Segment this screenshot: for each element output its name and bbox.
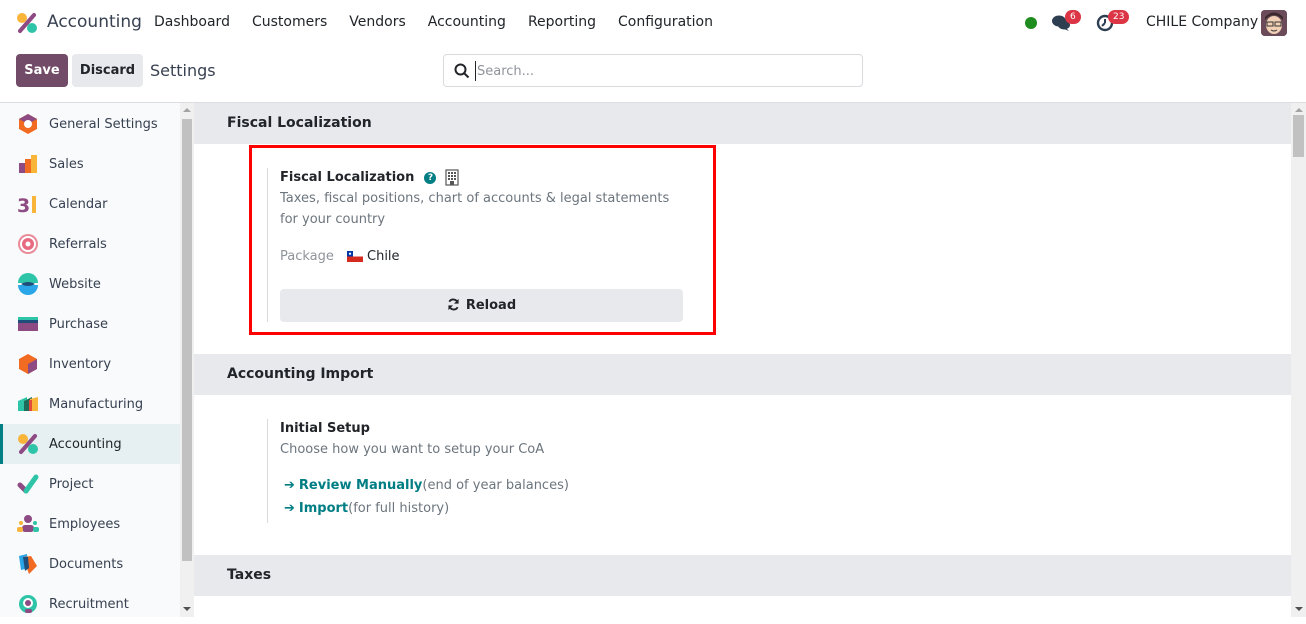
menu-vendors[interactable]: Vendors	[349, 14, 405, 30]
initial-setup-setting: Initial Setup Choose how you want to set…	[267, 419, 687, 523]
employees-icon	[17, 515, 39, 532]
sidebar-item-accounting[interactable]: Accounting	[0, 424, 180, 464]
settings-content: Fiscal Localization Fiscal Localization …	[194, 103, 1291, 617]
menu-customers[interactable]: Customers	[252, 14, 327, 30]
sidebar-scroll-thumb[interactable]	[182, 119, 192, 561]
section-header-accounting-import: Accounting Import	[194, 354, 1291, 395]
menu-configuration[interactable]: Configuration	[618, 14, 713, 30]
sidebar-item-label: Sales	[49, 156, 84, 172]
content-scrollbar[interactable]	[1291, 103, 1306, 617]
manufacturing-icon	[18, 397, 38, 411]
sidebar-item-label: Manufacturing	[49, 396, 144, 412]
app-name[interactable]: Accounting	[47, 12, 142, 32]
search-icon	[454, 63, 470, 79]
import-row: ➔ Import(for full history)	[284, 501, 449, 516]
section-header-taxes: Taxes	[194, 555, 1291, 596]
arrow-right-icon: ➔	[284, 478, 295, 493]
recruitment-icon	[19, 595, 37, 613]
scroll-down-icon[interactable]	[183, 607, 191, 611]
sidebar-item-employees[interactable]: Employees	[0, 504, 180, 544]
sidebar-item-label: Referrals	[49, 236, 107, 252]
section-title: Accounting Import	[227, 366, 374, 382]
settings-sidebar: General Settings Sales 3 Calendar Referr…	[0, 103, 180, 617]
discard-button[interactable]: Discard	[72, 54, 143, 87]
sidebar-scrollbar[interactable]	[180, 103, 194, 617]
sidebar-item-label: Inventory	[49, 356, 112, 372]
highlight-box	[249, 145, 716, 335]
accounting-icon	[18, 434, 38, 454]
review-manually-link[interactable]: Review Manually	[299, 478, 423, 493]
setting-description: Choose how you want to setup your CoA	[280, 442, 545, 457]
section-title: Fiscal Localization	[227, 115, 372, 131]
company-switcher[interactable]: CHILE Company	[1146, 14, 1258, 30]
save-button[interactable]: Save	[16, 54, 68, 87]
sidebar-item-general-settings[interactable]: General Settings	[0, 104, 180, 144]
chat-count-badge: 6	[1065, 10, 1081, 24]
menu-dashboard[interactable]: Dashboard	[154, 14, 230, 30]
purchase-icon	[18, 317, 38, 331]
search-input[interactable]	[475, 61, 845, 81]
project-icon	[17, 474, 39, 494]
sidebar-item-calendar[interactable]: 3 Calendar	[0, 184, 180, 224]
section-header-fiscal-localization: Fiscal Localization	[194, 103, 1291, 144]
sidebar-item-inventory[interactable]: Inventory	[0, 344, 180, 384]
documents-icon	[19, 554, 37, 574]
sidebar-item-label: Calendar	[49, 196, 108, 212]
inventory-icon	[19, 354, 37, 374]
general-settings-icon	[19, 114, 37, 134]
review-manually-row: ➔ Review Manually(end of year balances)	[284, 478, 569, 493]
sales-icon	[19, 155, 37, 173]
sidebar-item-sales[interactable]: Sales	[0, 144, 180, 184]
main-menu: Dashboard Customers Vendors Accounting R…	[154, 14, 735, 30]
search-bar	[443, 54, 863, 87]
scroll-up-icon[interactable]	[183, 108, 191, 112]
sidebar-item-label: Website	[49, 276, 101, 292]
sidebar-item-documents[interactable]: Documents	[0, 544, 180, 584]
website-icon	[18, 273, 38, 295]
accounting-app-icon[interactable]	[16, 12, 38, 34]
sidebar-item-referrals[interactable]: Referrals	[0, 224, 180, 264]
presence-status-icon	[1025, 17, 1037, 29]
menu-reporting[interactable]: Reporting	[528, 14, 596, 30]
sidebar-item-label: Accounting	[49, 436, 122, 452]
referrals-icon	[18, 234, 38, 254]
scroll-up-icon[interactable]	[1295, 108, 1303, 112]
sidebar-item-manufacturing[interactable]: Manufacturing	[0, 384, 180, 424]
arrow-right-icon: ➔	[284, 501, 295, 516]
sidebar-item-label: Project	[49, 476, 94, 492]
link-note: (end of year balances)	[422, 478, 569, 493]
sidebar-item-label: Purchase	[49, 316, 109, 332]
top-navbar: Accounting Dashboard Customers Vendors A…	[0, 0, 1306, 46]
activity-count-badge: 23	[1108, 10, 1130, 24]
import-link[interactable]: Import	[299, 501, 348, 516]
breadcrumb: Settings	[150, 61, 216, 80]
sidebar-item-label: Recruitment	[49, 596, 129, 612]
link-note: (for full history)	[348, 501, 450, 516]
calendar-icon: 3	[17, 195, 36, 215]
section-title: Taxes	[227, 567, 272, 583]
sidebar-item-project[interactable]: Project	[0, 464, 180, 504]
sidebar-item-label: General Settings	[49, 116, 158, 132]
sidebar-item-recruitment[interactable]: Recruitment	[0, 584, 180, 624]
menu-accounting[interactable]: Accounting	[428, 14, 506, 30]
svg-text:3: 3	[17, 195, 30, 215]
content-scroll-thumb[interactable]	[1293, 115, 1304, 157]
sidebar-item-label: Employees	[49, 516, 121, 532]
sidebar-item-label: Documents	[49, 556, 124, 572]
setting-title: Initial Setup	[280, 421, 370, 436]
sidebar-item-purchase[interactable]: Purchase	[0, 304, 180, 344]
user-avatar[interactable]	[1261, 10, 1287, 36]
sidebar-item-website[interactable]: Website	[0, 264, 180, 304]
scroll-down-icon[interactable]	[1295, 607, 1303, 611]
